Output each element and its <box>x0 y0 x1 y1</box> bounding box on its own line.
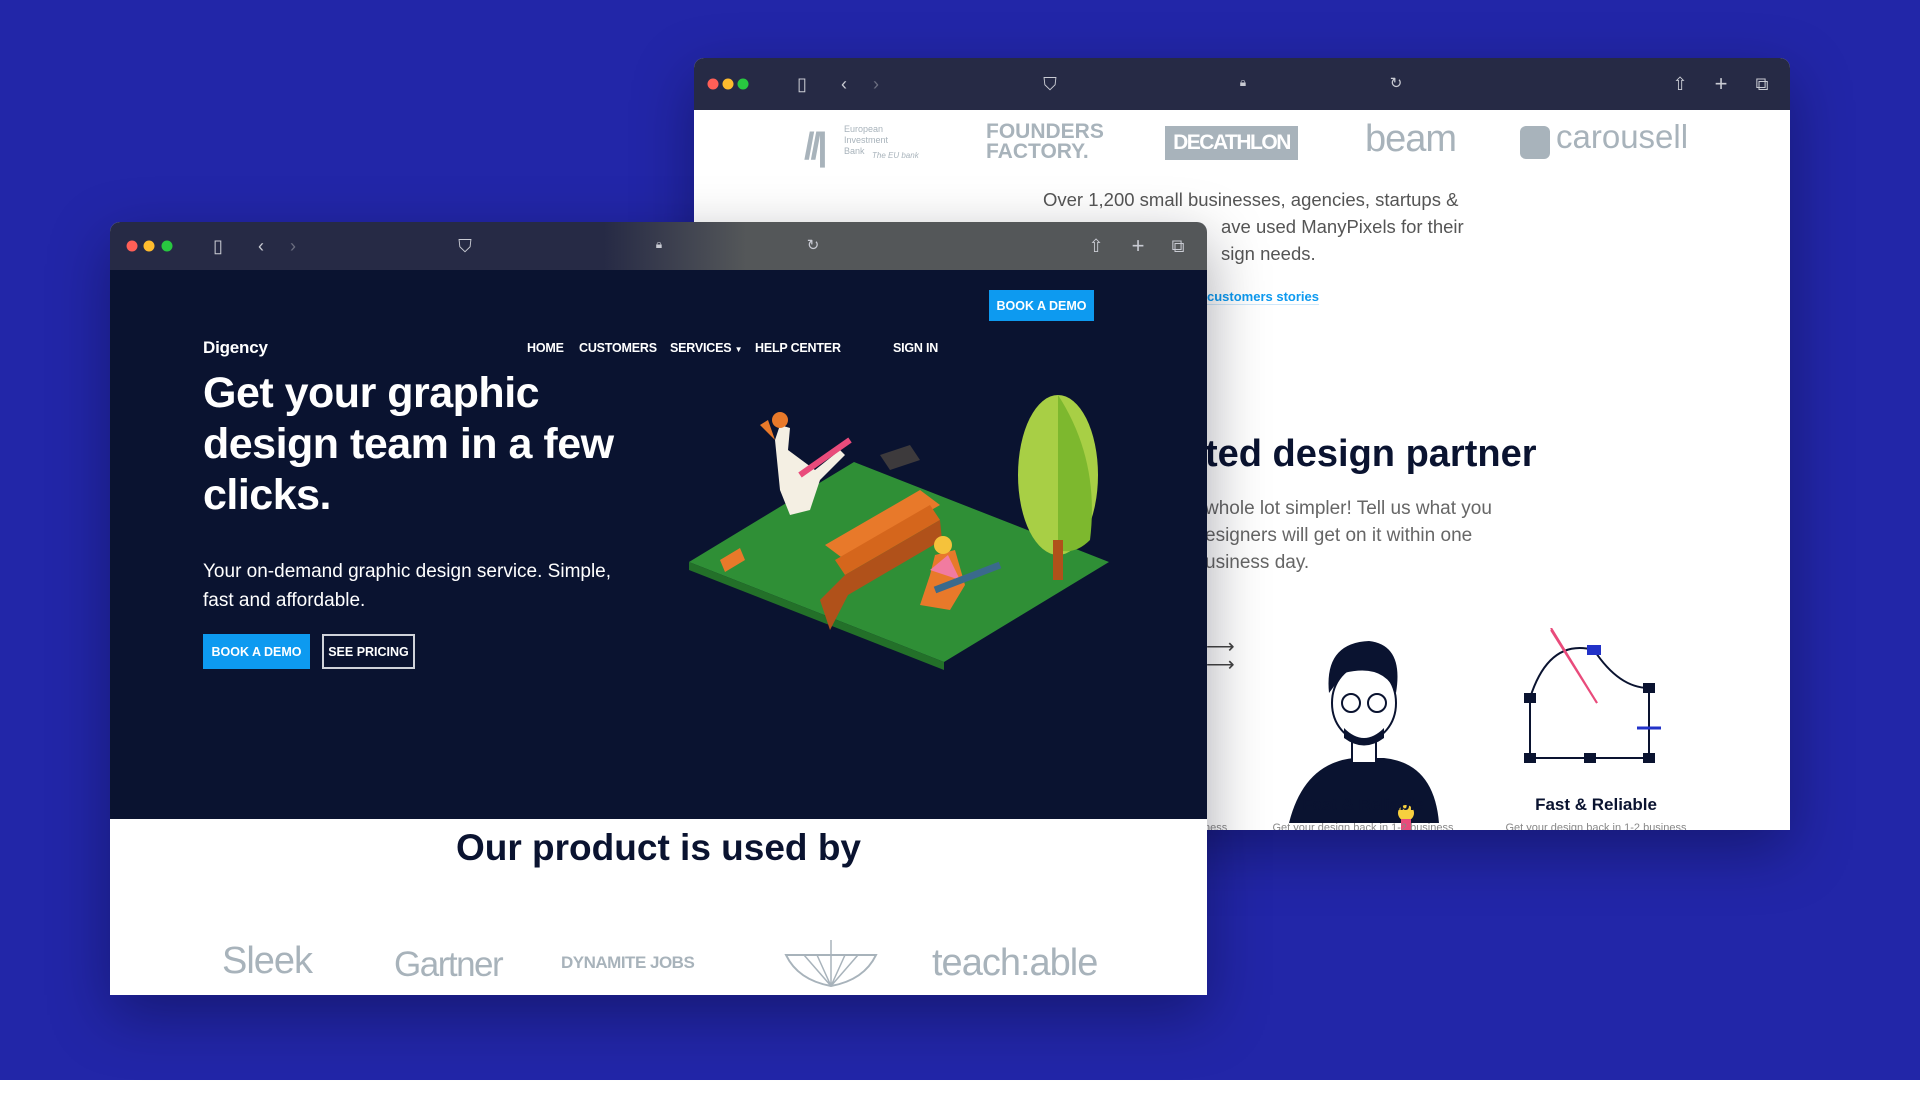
nav-customers[interactable]: CUSTOMERS <box>579 341 657 355</box>
dynamite-jobs-logo: DYNAMITE JOBS <box>561 953 695 972</box>
shield-icon[interactable]: ⛉ <box>1043 75 1057 93</box>
carousell-logo: carousell <box>1556 118 1689 155</box>
minimize-dot-icon[interactable] <box>722 78 734 90</box>
hero-section: Digency HOME CUSTOMERS SERVICES ▼ HELP C… <box>110 270 1207 819</box>
carousell-logo-mark <box>1520 126 1550 159</box>
card-text: Get your design back in 1-2 business <box>1272 822 1454 830</box>
front-browser-window: ▯ ‹ › ⛉ 🔒︎ ↻ ⇧ + ⧉ Digency HOME CUSTOMER… <box>110 222 1207 995</box>
brand-logo[interactable]: Digency <box>203 338 268 358</box>
card-title: Fast & Reliable <box>1302 795 1424 814</box>
tabs-icon[interactable]: ⧉ <box>1172 237 1185 255</box>
maximize-dot-icon[interactable] <box>161 240 173 252</box>
wings-logo <box>784 940 878 988</box>
lock-icon: 🔒︎ <box>1239 75 1247 89</box>
nav-help-center[interactable]: HELP CENTER <box>755 341 841 355</box>
book-demo-button[interactable]: BOOK A DEMO <box>203 634 310 669</box>
close-dot-icon[interactable] <box>126 240 138 252</box>
sleek-logo: Sleek <box>222 940 313 982</box>
decathlon-logo: DECATHLON <box>1165 126 1298 160</box>
sidebar-icon[interactable]: ▯ <box>213 237 223 255</box>
forward-icon[interactable]: › <box>873 75 879 93</box>
beam-logo: beam <box>1365 118 1457 160</box>
used-by-heading: Our product is used by <box>456 827 861 868</box>
tabs-icon[interactable]: ⧉ <box>1756 75 1769 93</box>
founders-factory-logo: FOUNDERS FACTORY. <box>986 120 1104 163</box>
arrow-icons: ⟶ ⟶ <box>1206 636 1235 676</box>
nav-sign-in[interactable]: SIGN IN <box>893 341 938 355</box>
card-title: Fast & Reliable <box>1535 795 1657 814</box>
nav-home[interactable]: HOME <box>527 341 564 355</box>
nav-services[interactable]: SERVICES ▼ <box>670 341 743 355</box>
reload-icon[interactable]: ↻ <box>807 237 820 255</box>
teachable-logo: teach:able <box>932 942 1098 984</box>
customers-stories-link[interactable]: customers stories <box>1207 289 1319 305</box>
back-icon[interactable]: ‹ <box>841 75 847 93</box>
card-text-clipped: ness <box>1204 822 1228 830</box>
browser-toolbar: ▯ ‹ › ⛉ 🔒︎ ↻ ⇧ + ⧉ <box>110 222 1207 270</box>
section-body: whole lot simpler! Tell us what you esign… <box>1205 498 1492 573</box>
share-icon[interactable]: ⇧ <box>1088 237 1103 255</box>
share-icon[interactable]: ⇧ <box>1672 75 1687 93</box>
nav-services-label: SERVICES <box>670 341 732 355</box>
hero-headline: Get your graphic design team in a few clic… <box>203 369 614 519</box>
close-dot-icon[interactable] <box>707 78 719 90</box>
lock-icon: 🔒︎ <box>655 237 663 251</box>
isometric-illustration <box>689 395 1109 670</box>
back-icon[interactable]: ‹ <box>258 237 264 255</box>
shield-icon[interactable]: ⛉ <box>458 237 472 255</box>
nav-book-demo-button[interactable]: BOOK A DEMO <box>989 290 1094 321</box>
hero-subtitle: Your on-demand graphic design service. S… <box>203 561 612 611</box>
pen-tool-illustration <box>1524 628 1661 763</box>
browser-toolbar: ▯ ‹ › ⛉ 🔒︎ ↻ ⇧ + ⧉ <box>694 58 1790 110</box>
new-tab-icon[interactable]: + <box>1132 235 1145 257</box>
eib-logo-mark: //| <box>804 126 828 168</box>
sidebar-icon[interactable]: ▯ <box>797 75 807 93</box>
reload-icon[interactable]: ↻ <box>1390 75 1403 93</box>
forward-icon[interactable]: › <box>290 237 296 255</box>
eib-tagline: The EU bank <box>872 151 919 160</box>
gartner-logo: Gartner <box>394 945 504 984</box>
see-pricing-button[interactable]: SEE PRICING <box>322 634 415 669</box>
section-heading: ted design partner <box>1205 433 1537 475</box>
maximize-dot-icon[interactable] <box>737 78 749 90</box>
card-text: Get your design back in 1-2 business <box>1505 822 1687 830</box>
caret-down-icon: ▼ <box>734 345 743 354</box>
minimize-dot-icon[interactable] <box>143 240 155 252</box>
new-tab-icon[interactable]: + <box>1715 73 1728 95</box>
